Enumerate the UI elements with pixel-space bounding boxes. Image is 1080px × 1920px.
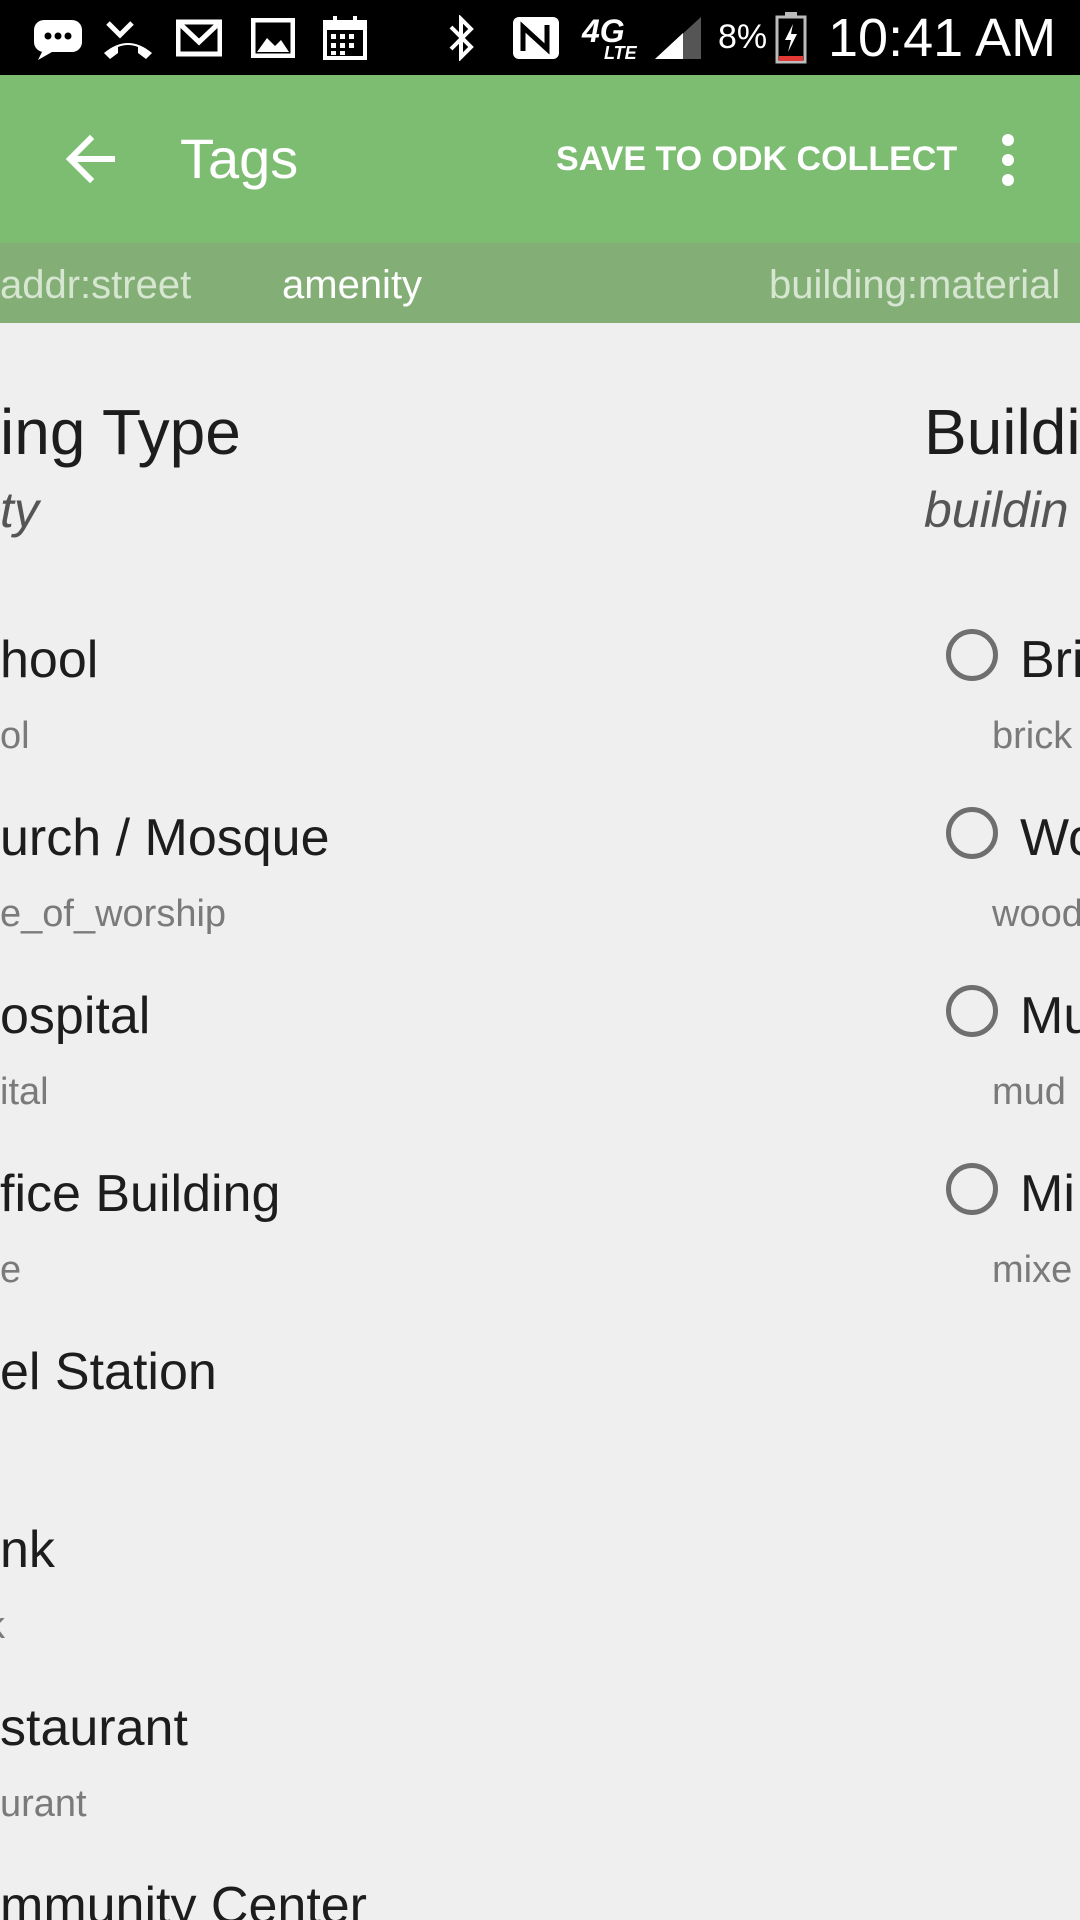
option-label: Mi — [1020, 1165, 1075, 1223]
panel-key: ty — [0, 482, 39, 538]
status-bar: 4G LTE 8% 10:41 AM — [0, 0, 1080, 75]
option-value: brick — [992, 715, 1073, 757]
lte-icon: 4G LTE — [582, 12, 637, 63]
option-value: mixe — [992, 1249, 1073, 1291]
option-label: el Station — [0, 1343, 217, 1401]
battery-percent: 8% — [718, 18, 768, 56]
tab-building-material[interactable]: building:material — [769, 243, 1060, 323]
signal-icon — [652, 0, 704, 75]
option-value: k — [0, 1605, 5, 1648]
option-value: mud — [992, 1071, 1066, 1113]
option-label: ospital — [0, 987, 151, 1045]
missed-call-icon — [100, 0, 156, 75]
option-label: Wo — [1020, 809, 1080, 867]
gallery-icon — [248, 0, 298, 75]
option-value: wood — [992, 893, 1080, 935]
option-label: Mu — [1020, 987, 1080, 1045]
calendar-icon — [320, 0, 370, 75]
option-label: Bri — [1020, 631, 1080, 689]
radio-button[interactable] — [946, 1163, 998, 1215]
option-value: e_of_worship — [0, 893, 227, 935]
tab-addr-street[interactable]: addr:street — [0, 243, 191, 323]
option-value: urant — [0, 1783, 87, 1825]
more-vert-icon — [1002, 134, 1014, 186]
back-button[interactable] — [50, 119, 130, 199]
panel-title: ing Type — [0, 396, 241, 468]
option-label: nk — [0, 1521, 55, 1579]
option-label: urch / Mosque — [0, 809, 330, 867]
option-value: e — [0, 1249, 22, 1291]
option-value: ol — [0, 715, 30, 757]
option-value: ital — [0, 1071, 49, 1113]
clock: 10:41 AM — [828, 7, 1057, 68]
radio-button[interactable] — [946, 807, 998, 859]
gmail-icon — [174, 0, 224, 75]
panel-key: buildin — [924, 482, 1069, 538]
panel-title: Buildi — [924, 396, 1080, 468]
option-label: staurant — [0, 1699, 188, 1757]
tag-pager: ing Type ty hool ol urch / Mosque e_of_w… — [0, 323, 1080, 1920]
radio-button[interactable] — [946, 629, 998, 681]
bluetooth-icon — [442, 0, 482, 75]
option-label: mmunity Center — [0, 1877, 367, 1920]
arrow-left-icon — [65, 134, 115, 184]
page-title: Tags — [180, 127, 299, 190]
overflow-menu-button[interactable] — [980, 125, 1036, 195]
save-to-odk-button[interactable]: SAVE TO ODK COLLECT — [556, 131, 957, 187]
app-bar: Tags SAVE TO ODK COLLECT — [0, 75, 1080, 243]
nfc-icon — [510, 0, 562, 75]
option-label: fice Building — [0, 1165, 281, 1223]
tag-tabs: addr:street amenity building:material — [0, 243, 1080, 323]
battery-icon — [772, 0, 810, 75]
option-label: hool — [0, 631, 99, 689]
message-icon — [30, 0, 86, 75]
tab-amenity[interactable]: amenity — [282, 243, 422, 323]
radio-button[interactable] — [946, 985, 998, 1037]
